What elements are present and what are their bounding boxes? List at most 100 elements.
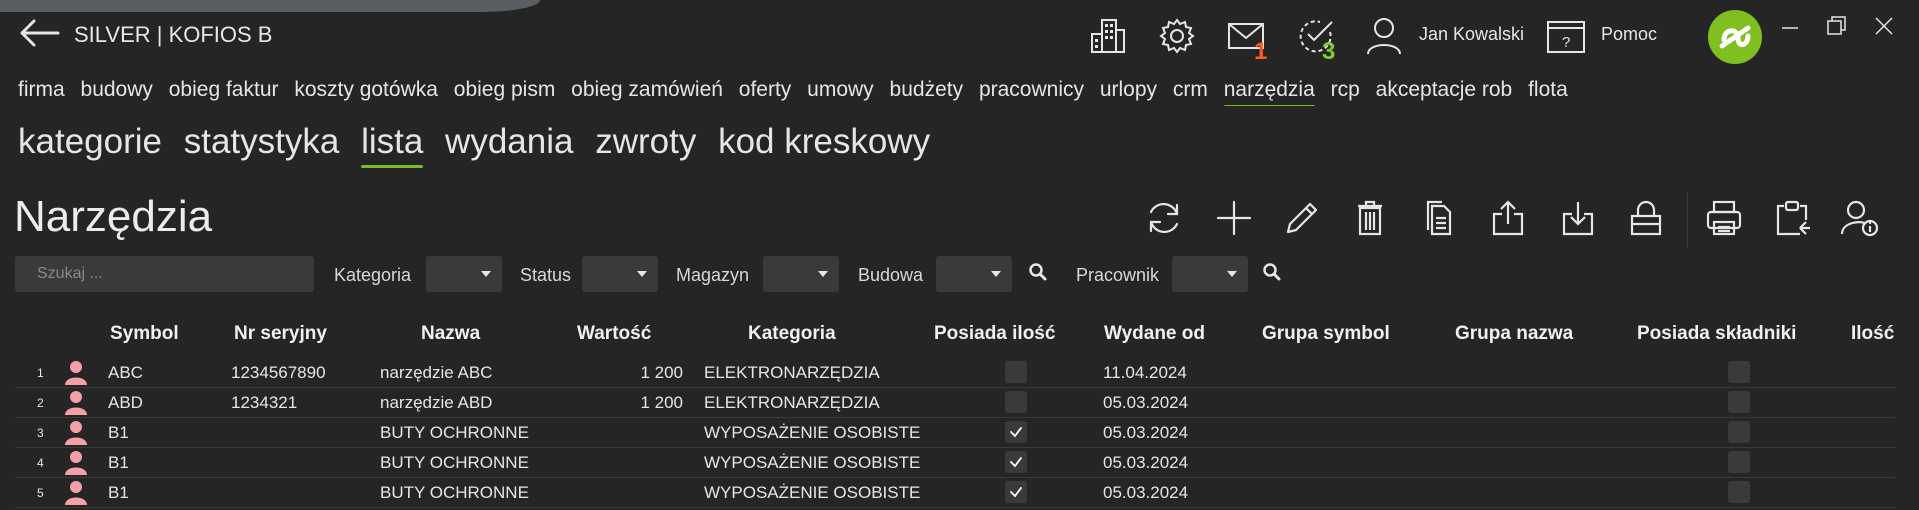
export-icon[interactable] <box>1486 196 1530 240</box>
print-icon[interactable] <box>1702 196 1746 240</box>
search-input[interactable] <box>15 256 314 292</box>
toolbar-separator <box>1687 192 1688 248</box>
table-row[interactable]: 4 B1 BUTY OCHRONNE WYPOSAŻENIE OSOBISTE … <box>15 447 1895 478</box>
cell-category: WYPOSAŻENIE OSOBISTE <box>704 423 921 442</box>
add-icon[interactable] <box>1212 196 1256 240</box>
refresh-icon[interactable] <box>1142 196 1186 240</box>
person-icon <box>63 359 89 385</box>
restore-icon[interactable] <box>1822 12 1852 42</box>
page-title: Narzędzia <box>14 192 213 241</box>
filter-status-select[interactable] <box>582 256 658 292</box>
module-crm[interactable]: crm <box>1173 78 1208 102</box>
gear-icon[interactable] <box>1155 14 1199 58</box>
col-grupa-symbol[interactable]: Grupa symbol <box>1262 323 1390 345</box>
delete-icon[interactable] <box>1348 196 1392 240</box>
cell-name: narzędzie ABD <box>380 393 493 412</box>
module-pracownicy[interactable]: pracownicy <box>979 78 1084 102</box>
minimize-icon[interactable] <box>1776 12 1806 42</box>
has-qty-checkbox <box>1005 451 1027 473</box>
filter-kategoria-select[interactable] <box>426 256 502 292</box>
subnav-zwroty[interactable]: zwroty <box>595 122 696 162</box>
cell-category: ELEKTRONARZĘDZIA <box>704 363 880 382</box>
filter-pracownik-select[interactable] <box>1172 256 1248 292</box>
cell-issued: 05.03.2024 <box>1103 453 1189 472</box>
back-arrow-icon[interactable] <box>18 18 60 48</box>
filter-magazyn-label: Magazyn <box>676 265 750 285</box>
module-umowy[interactable]: umowy <box>807 78 874 102</box>
cell-value: 1 200 <box>640 393 683 412</box>
col-nr-seryjny[interactable]: Nr seryjny <box>234 323 327 345</box>
has-qty-checkbox <box>1005 481 1027 503</box>
module-narzedzia[interactable]: narzędzia <box>1223 78 1315 106</box>
col-grupa-nazwa[interactable]: Grupa nazwa <box>1455 323 1573 345</box>
has-qty-checkbox <box>1005 391 1027 413</box>
module-rcp[interactable]: rcp <box>1331 78 1360 102</box>
col-wydane-od[interactable]: Wydane od <box>1104 323 1205 345</box>
cell-symbol: ABD <box>108 393 143 412</box>
row-number: 5 <box>37 486 44 500</box>
module-obieg-pism[interactable]: obieg pism <box>454 78 556 102</box>
lock-icon[interactable] <box>1624 196 1668 240</box>
cell-name: BUTY OCHRONNE <box>380 423 529 442</box>
user-name[interactable]: Jan Kowalski <box>1419 24 1524 45</box>
user-info-icon[interactable] <box>1838 196 1882 240</box>
sub-nav: kategorie statystyka lista wydania zwrot… <box>18 122 942 168</box>
module-koszty-gotowka[interactable]: koszty gotówka <box>294 78 438 102</box>
module-obieg-zamowien[interactable]: obieg zamówień <box>571 78 723 102</box>
chevron-down-icon <box>991 271 1001 277</box>
subnav-kategorie[interactable]: kategorie <box>18 122 162 162</box>
filter-budowa-label: Budowa <box>858 265 924 285</box>
table-row[interactable]: 5 B1 BUTY OCHRONNE WYPOSAŻENIE OSOBISTE … <box>15 477 1895 508</box>
subnav-wydania[interactable]: wydania <box>445 122 573 162</box>
chevron-down-icon <box>818 271 828 277</box>
cell-symbol: B1 <box>108 423 129 442</box>
col-kategoria[interactable]: Kategoria <box>748 323 836 345</box>
building-icon[interactable] <box>1086 14 1130 58</box>
table-row[interactable]: 2 ABD 1234321 narzędzie ABD 1 200 ELEKTR… <box>15 387 1895 418</box>
col-ilosc[interactable]: Ilość <box>1851 323 1894 345</box>
module-budzety[interactable]: budżety <box>890 78 964 102</box>
col-wartosc[interactable]: Wartość <box>577 323 651 345</box>
module-oferty[interactable]: oferty <box>739 78 792 102</box>
person-icon <box>63 449 89 475</box>
module-firma[interactable]: firma <box>18 78 65 102</box>
person-icon <box>63 419 89 445</box>
filter-kategoria-label: Kategoria <box>334 265 412 285</box>
table-row[interactable]: 1 ABC 1234567890 narzędzie ABC 1 200 ELE… <box>15 357 1895 388</box>
chevron-down-icon <box>637 271 647 277</box>
search-icon[interactable] <box>1262 262 1282 284</box>
module-akceptacje-rob[interactable]: akceptacje rob <box>1376 78 1513 102</box>
help-label[interactable]: Pomoc <box>1601 24 1657 45</box>
search-icon[interactable] <box>1028 262 1048 284</box>
col-symbol[interactable]: Symbol <box>110 323 179 345</box>
filter-budowa-select[interactable] <box>936 256 1012 292</box>
import-icon[interactable] <box>1556 196 1600 240</box>
has-components-checkbox <box>1728 451 1750 473</box>
filter-pracownik-label: Pracownik <box>1076 265 1160 285</box>
has-components-checkbox <box>1728 391 1750 413</box>
filter-magazyn-select[interactable] <box>763 256 839 292</box>
table-row[interactable]: 3 B1 BUTY OCHRONNE WYPOSAŻENIE OSOBISTE … <box>15 417 1895 448</box>
col-posiada-skladniki[interactable]: Posiada składniki <box>1637 323 1796 345</box>
col-posiada-ilosc[interactable]: Posiada ilość <box>934 323 1055 345</box>
col-nazwa[interactable]: Nazwa <box>421 323 480 345</box>
subnav-statystyka[interactable]: statystyka <box>184 122 340 162</box>
module-urlopy[interactable]: urlopy <box>1100 78 1157 102</box>
user-icon[interactable] <box>1362 14 1406 58</box>
subnav-lista[interactable]: lista <box>361 122 424 168</box>
module-budowy[interactable]: budowy <box>81 78 153 102</box>
module-obieg-faktur[interactable]: obieg faktur <box>169 78 279 102</box>
clipboard-icon[interactable] <box>1770 196 1814 240</box>
module-flota[interactable]: flota <box>1528 78 1568 102</box>
help-icon[interactable]: ? <box>1544 16 1588 60</box>
cell-value: 1 200 <box>640 363 683 382</box>
row-number: 4 <box>37 456 44 470</box>
close-icon[interactable] <box>1870 12 1900 42</box>
copy-icon[interactable] <box>1418 196 1462 240</box>
cell-serial: 1234567890 <box>231 363 326 382</box>
subnav-kod-kreskowy[interactable]: kod kreskowy <box>718 122 930 162</box>
chevron-down-icon <box>1227 271 1237 277</box>
cell-name: BUTY OCHRONNE <box>380 483 529 502</box>
edit-icon[interactable] <box>1280 196 1324 240</box>
cell-category: WYPOSAŻENIE OSOBISTE <box>704 453 921 472</box>
